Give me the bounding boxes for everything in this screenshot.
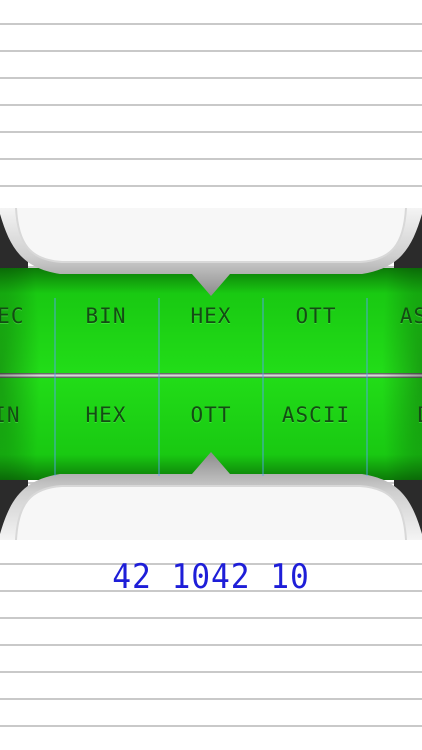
center-divider [0, 373, 422, 378]
source-format-wheel[interactable]: DEC BIN HEX OTT ASCII [0, 292, 422, 340]
housing-graphic [0, 208, 422, 540]
source-option-dec[interactable]: DEC [0, 292, 56, 340]
target-option-dec[interactable]: DEC [386, 391, 422, 439]
target-option-bin[interactable]: BIN [0, 391, 52, 439]
bottom-cup [16, 486, 406, 540]
source-option-hex[interactable]: HEX [159, 292, 263, 340]
target-option-ascii[interactable]: ASCII [264, 391, 368, 439]
target-option-hex[interactable]: HEX [54, 391, 158, 439]
converter-housing: DEC BIN HEX OTT ASCII BIN HEX OTT ASCII … [0, 208, 422, 540]
source-option-bin[interactable]: BIN [54, 292, 158, 340]
target-option-ott[interactable]: OTT [159, 391, 263, 439]
source-option-ott[interactable]: OTT [264, 292, 368, 340]
source-option-ascii[interactable]: ASCII [382, 292, 422, 340]
conversion-result: 42 1042 10 [112, 557, 310, 597]
top-cup [16, 208, 406, 262]
target-format-wheel[interactable]: BIN HEX OTT ASCII DEC [0, 391, 422, 439]
